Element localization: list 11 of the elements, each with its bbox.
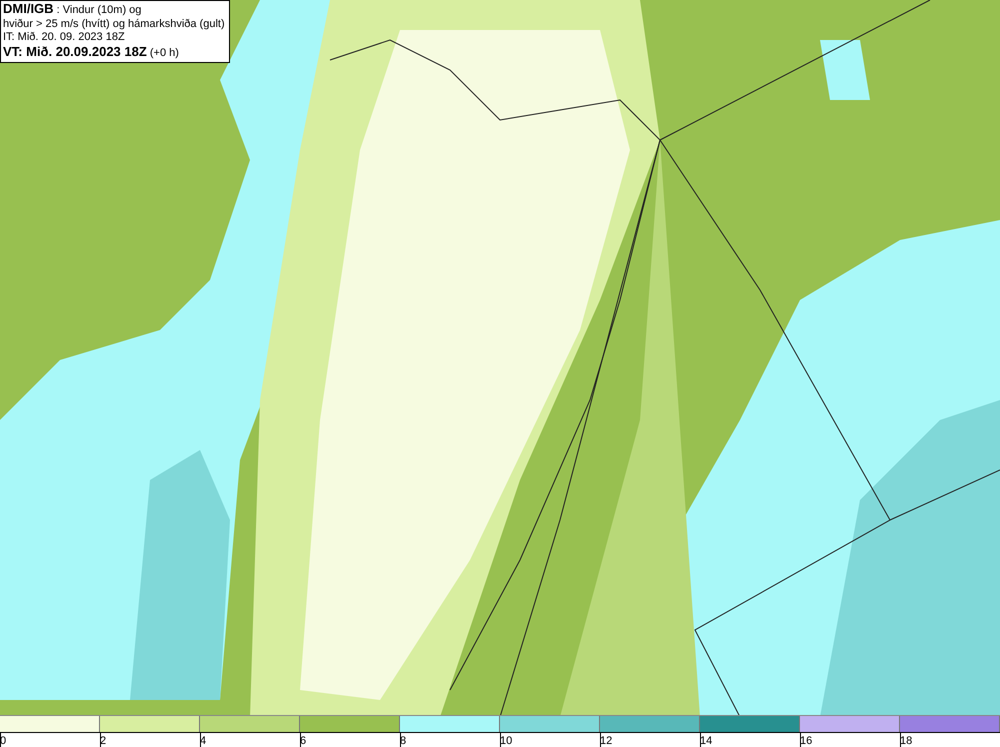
legend-label: 18	[900, 735, 912, 747]
legend-label: 12	[600, 735, 612, 747]
legend-label: 2	[100, 735, 106, 747]
header-line: IT: Mið. 20. 09. 2023 18Z	[3, 31, 126, 44]
header-line: DMI/IGB : Vindur (10m) og	[3, 2, 142, 18]
header-line: VT: Mið. 20.09.2023 18Z (+0 h)	[3, 44, 180, 60]
legend-label: 10	[500, 735, 512, 747]
legend-label: 16	[800, 735, 812, 747]
legend-label: 14	[700, 735, 712, 747]
header-line: hviður > 25 m/s (hvítt) og hámarkshviða (gult)	[3, 18, 225, 31]
legend-label: 4	[200, 735, 206, 747]
